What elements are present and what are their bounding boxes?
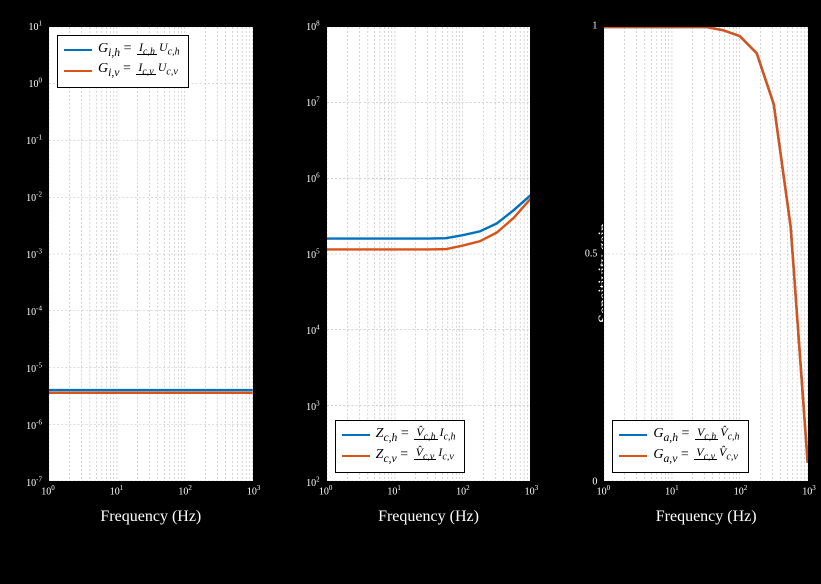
legend-label: Ga,v = Vc,vV̂c,v <box>653 446 739 466</box>
series-gav <box>604 27 808 463</box>
legend-label: Zc,v = V̂c,vIc,v <box>376 446 456 466</box>
legend-entry: Ga,v = Vc,vV̂c,v <box>619 446 741 466</box>
panel-3-grid <box>604 27 808 481</box>
series-gah <box>604 27 808 463</box>
panel-1-yticks: 10-7 10-6 10-5 10-4 10-3 10-2 10-1 100 1… <box>6 26 46 482</box>
panel-2-plot: Zc,h = V̂c,hIc,h Zc,v = V̂c,vIc,v <box>326 26 532 482</box>
panel-1-grid <box>49 27 253 481</box>
panel-1-xticks: 100 101 102 103 <box>48 484 254 500</box>
panel-2-xticks: 100 101 102 103 <box>326 484 532 500</box>
swatch-icon <box>342 434 370 436</box>
panel-3-legend: Ga,h = Vc,hV̂c,h Ga,v = Vc,vV̂c,v <box>612 420 748 473</box>
swatch-icon <box>619 455 647 457</box>
panel-1-plot: Gi,h = Ic,hUc,h Gi,v = Ic,vUc,v <box>48 26 254 482</box>
legend-label: Ga,h = Vc,hV̂c,h <box>653 425 741 445</box>
swatch-icon <box>64 49 92 51</box>
legend-label: Gi,v = Ic,vUc,v <box>98 60 180 80</box>
swatch-icon <box>342 455 370 457</box>
legend-label: Gi,h = Ic,hUc,h <box>98 40 182 60</box>
panel-3-xlabel: Frequency (Hz) <box>603 508 809 526</box>
legend-entry: Gi,v = Ic,vUc,v <box>64 60 182 80</box>
panel-2-xlabel: Frequency (Hz) <box>326 508 532 526</box>
legend-entry: Gi,h = Ic,hUc,h <box>64 40 182 60</box>
panel-3-plot: Ga,h = Vc,hV̂c,h Ga,v = Vc,vV̂c,v <box>603 26 809 482</box>
panel-row: Current amplifier gain (A/V) <box>0 0 821 538</box>
panel-3-xticks: 100 101 102 103 <box>603 484 809 500</box>
swatch-icon <box>619 434 647 436</box>
legend-entry: Zc,v = V̂c,vIc,v <box>342 446 458 466</box>
swatch-icon <box>64 70 92 72</box>
panel-2-yticks: 102 103 104 105 106 107 108 <box>284 26 324 482</box>
legend-entry: Zc,h = V̂c,hIc,h <box>342 425 458 445</box>
panel-3: Sensitivity gain <box>561 18 815 528</box>
series-zcv <box>327 199 531 250</box>
panel-2-grid <box>327 27 531 481</box>
legend-label: Zc,h = V̂c,hIc,h <box>376 425 458 445</box>
panel-2: Actuator impedance (V/A) <box>284 18 538 528</box>
panel-1: Current amplifier gain (A/V) <box>6 18 260 528</box>
figure: Current amplifier gain (A/V) <box>0 0 821 584</box>
panel-1-xlabel: Frequency (Hz) <box>48 508 254 526</box>
series-zch <box>327 195 531 238</box>
panel-3-yticks: 0 0.5 1 <box>561 26 601 482</box>
panel-1-legend: Gi,h = Ic,hUc,h Gi,v = Ic,vUc,v <box>57 35 189 88</box>
legend-entry: Ga,h = Vc,hV̂c,h <box>619 425 741 445</box>
panel-2-legend: Zc,h = V̂c,hIc,h Zc,v = V̂c,vIc,v <box>335 420 465 473</box>
